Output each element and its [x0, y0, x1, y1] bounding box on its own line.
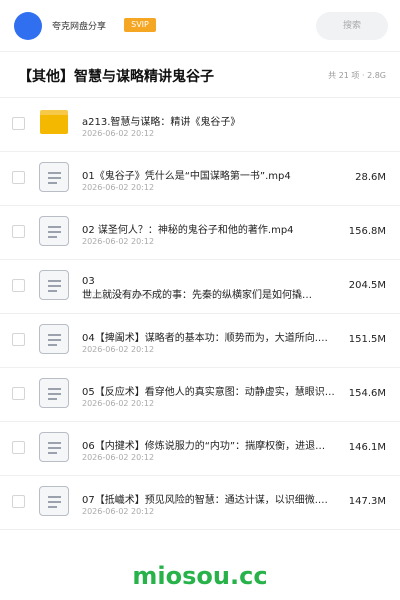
share-owner-name: 夸克网盘分享 [52, 22, 107, 32]
list-item[interactable]: 04【捭阖术】谋略者的基本功：顺势而为，大道所向.… 2026-06-02 20… [0, 314, 400, 368]
item-count-size: 共 21 项 · 2.8G [328, 71, 386, 80]
page-title: 【其他】智慧与谋略精讲鬼谷子 [18, 69, 214, 85]
file-name: a213.智慧与谋略：精讲《鬼谷子》 [82, 117, 241, 128]
file-name-line1: 03 [82, 276, 95, 287]
video-file-icon [39, 162, 69, 192]
video-file-icon [39, 216, 69, 246]
file-date: 2026-06-02 20:12 [82, 237, 155, 246]
file-size: 151.5M [348, 334, 386, 345]
site-watermark: miosou.cc [132, 562, 268, 590]
select-checkbox[interactable] [12, 117, 25, 130]
video-file-icon [39, 486, 69, 516]
file-date: 2026-06-02 20:12 [82, 183, 155, 192]
select-checkbox[interactable] [12, 495, 25, 508]
file-name: 07【抵巇术】预见风险的智慧：通达计谋，以识细微.… [82, 495, 328, 506]
file-size: 146.1M [348, 442, 386, 453]
select-checkbox[interactable] [12, 171, 25, 184]
file-date: 2026-06-02 20:12 [82, 507, 155, 516]
list-item[interactable]: 07【抵巇术】预见风险的智慧：通达计谋，以识细微.… 2026-06-02 20… [0, 476, 400, 530]
file-name: 06【内揵术】修炼说服力的“内功”：揣摩权衡，进退… [82, 441, 326, 452]
video-file-icon [39, 378, 69, 408]
video-file-icon [39, 432, 69, 462]
svip-badge: SVIP [124, 18, 156, 32]
file-list: a213.智慧与谋略：精讲《鬼谷子》 2026-06-02 20:12 01《鬼… [0, 98, 400, 530]
search-input[interactable]: 搜索 [316, 12, 388, 40]
share-header: 【其他】智慧与谋略精讲鬼谷子 共 21 项 · 2.8G [0, 52, 400, 98]
file-name: 05【反应术】看穿他人的真实意图：动静虚实，慧眼识… [82, 387, 335, 398]
select-checkbox[interactable] [12, 225, 25, 238]
list-item[interactable]: 01《鬼谷子》凭什么是“中国谋略第一书”.mp4 2026-06-02 20:1… [0, 152, 400, 206]
video-file-icon [39, 324, 69, 354]
list-item[interactable]: 02 谋圣何人？：神秘的鬼谷子和他的著作.mp4 2026-06-02 20:1… [0, 206, 400, 260]
file-size: 28.6M [355, 172, 386, 183]
file-size: 154.6M [348, 388, 386, 399]
list-item[interactable]: 2026-06-02 20:12 03 世上就没有办不成的事：先秦的纵横家们是如… [0, 260, 400, 314]
select-checkbox[interactable] [12, 387, 25, 400]
select-checkbox[interactable] [12, 279, 25, 292]
file-date: 2026-06-02 20:12 [82, 345, 155, 354]
file-name-line2: 世上就没有办不成的事：先秦的纵横家们是如何撬… [82, 290, 312, 301]
file-date: 2026-06-02 20:12 [82, 453, 155, 462]
file-size: 156.8M [348, 226, 386, 237]
file-size: 147.3M [348, 496, 386, 507]
file-name: 04【捭阖术】谋略者的基本功：顺势而为，大道所向.… [82, 333, 328, 344]
file-name: 01《鬼谷子》凭什么是“中国谋略第一书”.mp4 [82, 171, 291, 182]
folder-icon [40, 110, 68, 134]
file-date: 2026-06-02 20:12 [82, 399, 155, 408]
top-bar: 夸克网盘分享 SVIP 搜索 [0, 0, 400, 52]
file-date: 2026-06-02 20:12 [82, 129, 155, 138]
list-item[interactable]: 05【反应术】看穿他人的真实意图：动静虚实，慧眼识… 2026-06-02 20… [0, 368, 400, 422]
list-item[interactable]: 06【内揵术】修炼说服力的“内功”：揣摩权衡，进退… 2026-06-02 20… [0, 422, 400, 476]
file-name: 03 世上就没有办不成的事：先秦的纵横家们是如何撬… [82, 275, 344, 301]
avatar[interactable] [14, 12, 42, 40]
select-checkbox[interactable] [12, 441, 25, 454]
file-name: 02 谋圣何人？：神秘的鬼谷子和他的著作.mp4 [82, 225, 294, 236]
select-checkbox[interactable] [12, 333, 25, 346]
file-size: 204.5M [348, 280, 386, 291]
video-file-icon [39, 270, 69, 300]
list-item[interactable]: a213.智慧与谋略：精讲《鬼谷子》 2026-06-02 20:12 [0, 98, 400, 152]
